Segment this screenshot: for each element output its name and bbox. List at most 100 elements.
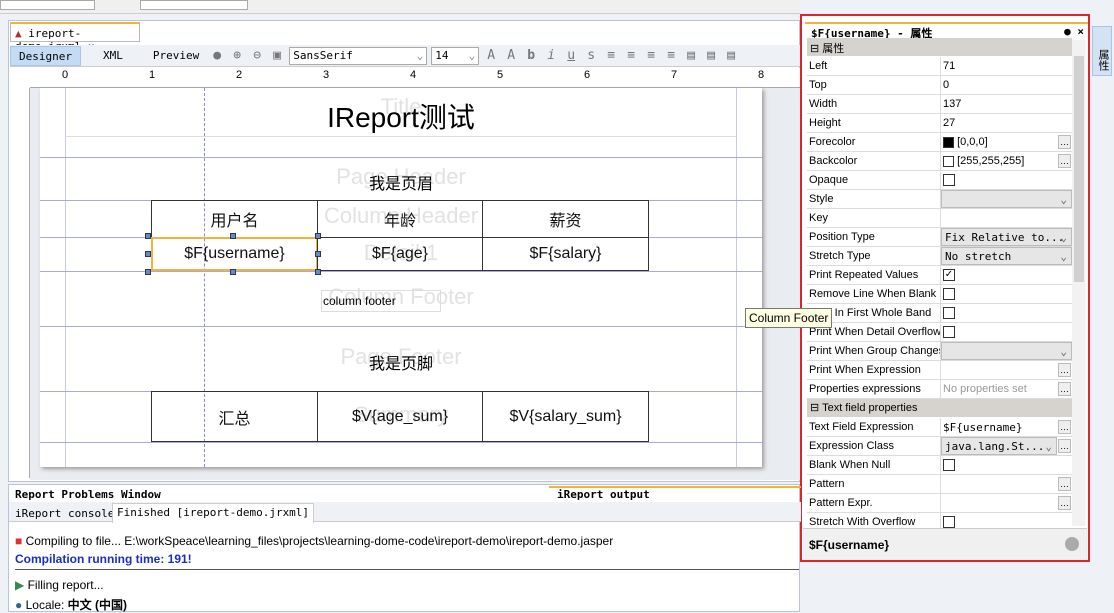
property-row[interactable]: Remove Line When Blank [807,285,1072,304]
resize-handle[interactable] [315,233,321,239]
ellipsis-button[interactable]: … [1058,382,1071,396]
checkbox[interactable] [943,326,955,339]
zoom-out-icon[interactable]: ⊖ [249,48,265,64]
property-row[interactable]: Print In First Whole Band [807,304,1072,323]
property-value[interactable] [940,285,1072,303]
property-row[interactable]: Text Field Expression $F{username}… [807,418,1072,437]
property-select[interactable]: No stretch ⌄ [941,247,1072,265]
resize-handle[interactable] [230,269,236,275]
resize-handle[interactable] [145,233,151,239]
collapse-icon[interactable]: ⊟ [810,43,819,55]
property-select[interactable]: ⌄ [941,342,1072,360]
italic-icon[interactable]: i [543,48,559,64]
ellipsis-button[interactable]: … [1058,154,1071,168]
ellipsis-button[interactable]: … [1058,363,1071,377]
property-row[interactable]: Blank When Null [807,456,1072,475]
column-header-cell[interactable]: 薪资 [482,200,649,238]
property-value[interactable]: 137 [940,95,1072,113]
property-value[interactable] [940,171,1072,189]
increase-font-icon[interactable]: A [483,48,499,64]
color-swatch[interactable] [943,155,954,167]
help-icon[interactable] [1065,537,1079,551]
zoom-in-icon[interactable]: ⊕ [229,48,245,64]
property-row[interactable]: Print When Expression… [807,361,1072,380]
resize-handle[interactable] [145,269,151,275]
property-row[interactable]: Print When Detail Overflow [807,323,1072,342]
file-tab[interactable]: ▲ ireport-demo.jrxml × [10,22,140,53]
property-value[interactable] [940,456,1072,474]
color-swatch[interactable] [943,136,954,148]
property-value[interactable]: [255,255,255]… [940,152,1072,170]
summary-cell[interactable]: $V{age_sum} [317,391,483,442]
ellipsis-button[interactable]: … [1058,496,1071,510]
font-family-select[interactable]: SansSerif ⌄ [289,46,428,65]
valign-top-icon[interactable]: ▤ [683,48,699,64]
resize-handle[interactable] [230,233,236,239]
side-tab-properties[interactable]: 属性 [1092,26,1112,76]
page-footer-text[interactable]: 我是页脚 [40,350,762,374]
valign-middle-icon[interactable]: ▤ [703,48,719,64]
property-row[interactable]: Key [807,209,1072,228]
property-value[interactable] [940,323,1072,341]
property-row[interactable]: Style ⌄ [807,190,1072,209]
property-value[interactable]: ✓ [940,266,1072,284]
detail-field-salary[interactable]: $F{salary} [482,237,649,271]
property-row[interactable]: Top 0 [807,76,1072,95]
resize-handle[interactable] [315,269,321,275]
problems-window-title[interactable]: Report Problems Window [15,488,161,501]
tab-ireport-console[interactable]: iReport console [15,507,114,520]
property-value[interactable]: Fix Relative to... ⌄ [940,228,1072,246]
property-value[interactable]: $F{username}… [940,418,1072,436]
property-group[interactable]: ⊟ Text field properties [807,399,1072,417]
format-icon[interactable]: ▣ [269,48,285,64]
align-left-icon[interactable]: ≡ [603,48,619,64]
property-value[interactable]: java.lang.St... ⌄… [940,437,1072,455]
resize-handle[interactable] [315,251,321,257]
column-footer-text[interactable]: column footer [321,290,441,312]
property-row[interactable]: Pattern Expr.… [807,494,1072,513]
summary-cell[interactable]: $V{salary_sum} [482,391,649,442]
property-row[interactable]: Position Type Fix Relative to... ⌄ [807,228,1072,247]
strikethrough-icon[interactable]: s [583,48,599,64]
decrease-font-icon[interactable]: A [503,48,519,64]
close-icon[interactable]: ● × [1064,25,1084,38]
ellipsis-button[interactable]: … [1058,477,1071,491]
property-group[interactable]: ⊟ 属性 [807,38,1072,56]
checkbox[interactable]: ✓ [943,269,955,282]
column-header-cell[interactable]: 年龄 [317,200,483,238]
align-right-icon[interactable]: ≡ [643,48,659,64]
property-value[interactable]: … [940,494,1072,512]
property-row[interactable]: Width 137 [807,95,1072,114]
detail-field-age[interactable]: $F{age} [317,237,483,271]
ellipsis-button[interactable]: … [1058,420,1071,434]
property-row[interactable]: Height 27 [807,114,1072,133]
property-select[interactable]: Fix Relative to... ⌄ [941,228,1072,246]
scrollbar-thumb[interactable] [1074,56,1084,282]
valign-bottom-icon[interactable]: ▤ [723,48,739,64]
page-header-text[interactable]: 我是页眉 [40,170,762,194]
property-row[interactable]: Left 71 [807,57,1072,76]
property-row[interactable]: Opaque [807,171,1072,190]
resize-handle[interactable] [145,251,151,257]
tab-preview[interactable]: Preview [145,46,207,66]
property-value[interactable] [940,304,1072,322]
ellipsis-button[interactable]: … [1058,439,1071,453]
property-row[interactable]: Forecolor [0,0,0]… [807,133,1072,152]
checkbox[interactable] [943,174,955,187]
top-combo-2[interactable] [140,0,248,10]
property-value[interactable]: 27 [940,114,1072,132]
property-row[interactable]: Properties expressions No properties set… [807,380,1072,399]
font-size-select[interactable]: 14 ⌄ [431,46,480,65]
property-row[interactable]: Stretch Type No stretch ⌄ [807,247,1072,266]
property-value[interactable]: ⌄ [940,190,1072,208]
checkbox[interactable] [943,307,955,320]
property-select[interactable]: java.lang.St... ⌄ [941,437,1057,455]
property-row[interactable]: Print Repeated Values ✓ [807,266,1072,285]
checkbox[interactable] [943,459,955,472]
bold-icon[interactable]: b [523,48,539,64]
checkbox[interactable] [943,516,955,529]
property-value[interactable]: … [940,475,1072,493]
zoom-icon[interactable]: ● [209,48,225,64]
property-row[interactable]: Expression Class java.lang.St... ⌄… [807,437,1072,456]
underline-icon[interactable]: u [563,48,579,64]
